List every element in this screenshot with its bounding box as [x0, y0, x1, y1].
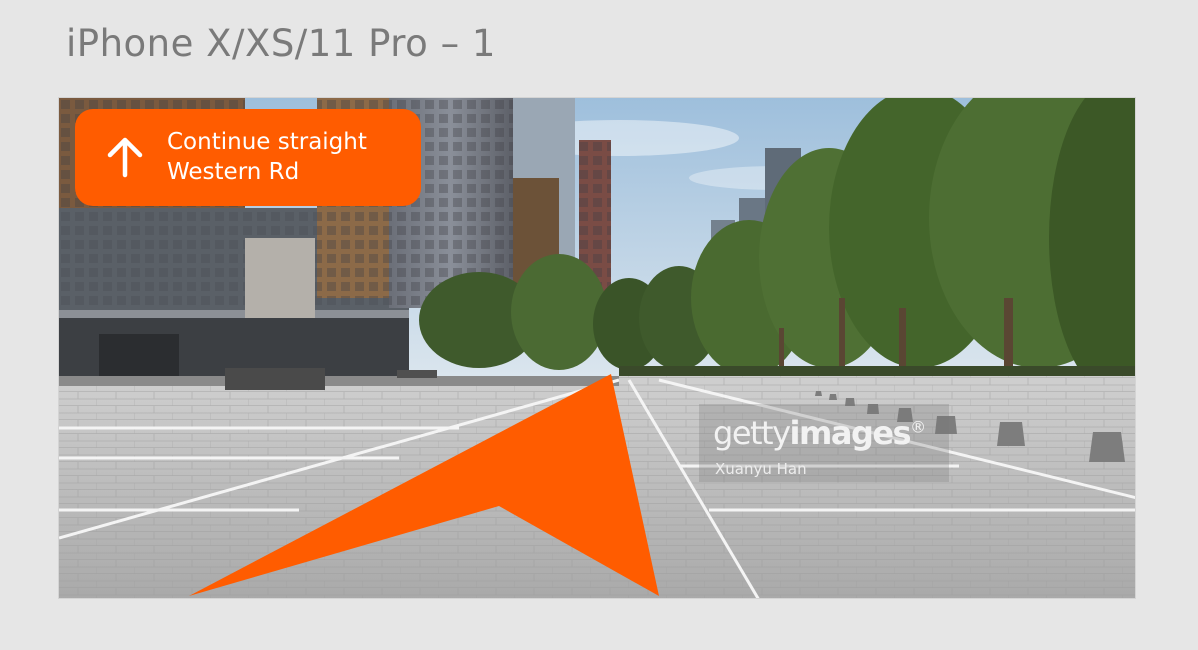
artboard-frame: gettyimages® Xuanyu Han Continue straigh… — [58, 97, 1136, 599]
navigation-banner[interactable]: Continue straight Western Rd — [75, 109, 421, 206]
artboard-title[interactable]: iPhone X/XS/11 Pro – 1 — [66, 22, 496, 65]
navigation-street: Western Rd — [167, 159, 300, 185]
stock-photo-watermark: gettyimages® Xuanyu Han — [699, 404, 949, 482]
arrow-up-icon — [107, 137, 143, 178]
getty-images-logo: gettyimages® — [713, 414, 926, 452]
photo-credit: Xuanyu Han — [715, 460, 807, 478]
navigation-instruction: Continue straight — [167, 129, 367, 155]
navigation-text: Continue straight Western Rd — [167, 127, 367, 187]
